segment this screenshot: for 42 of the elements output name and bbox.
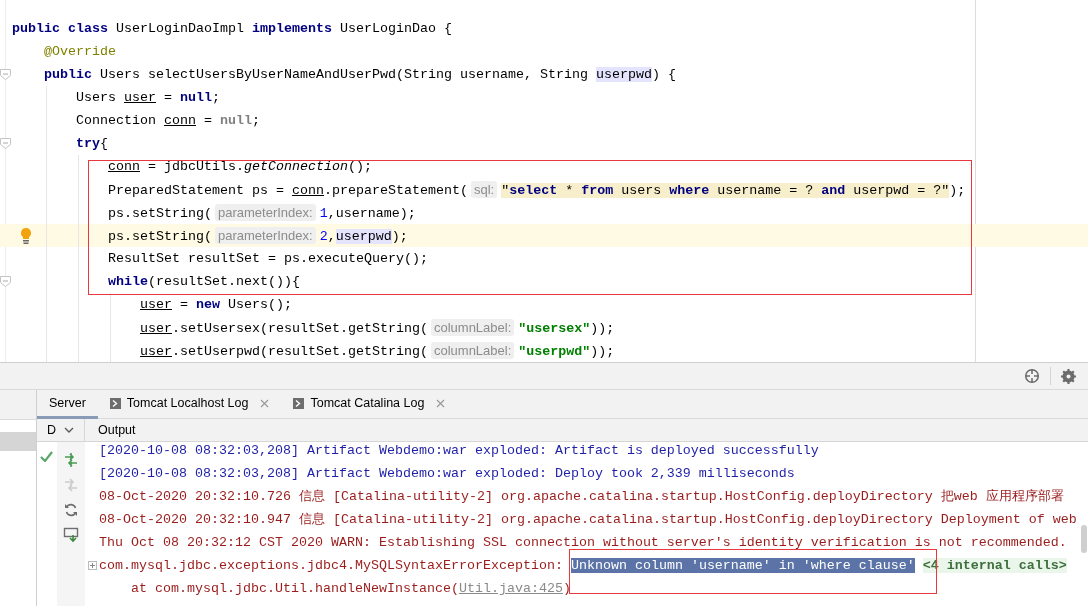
code-line: Connection conn = null; (76, 113, 260, 128)
log-line: Thu Oct 08 20:32:12 CST 2020 WARN: Establishing SSL connection without server's identity verification is not recommended. (99, 534, 1067, 552)
settings-icon[interactable] (1061, 368, 1076, 384)
code-line: while(resultSet.next()){ (108, 274, 300, 289)
log-line: [2020-10-08 08:32:03,208] Artifact Webdemo:war exploded: Deploy took 2,339 milliseconds (99, 465, 795, 483)
log-line: at com.mysql.jdbc.Util.handleNewInstance(Util.java:425) (130, 580, 571, 598)
screen-download-icon[interactable] (63, 527, 79, 543)
code-line: ResultSet resultSet = ps.executeQuery(); (108, 251, 428, 266)
tab[interactable]: Tomcat Localhost Log (97, 390, 282, 419)
code-line: Users user = null; (76, 90, 220, 105)
log-line: 08-Oct-2020 20:32:10.726 信息 [Catalina-utility-2] org.apache.catalina.startup.HostConfig.deployDirectory 把web 应用程序部署 (99, 488, 1064, 506)
scrollbar-thumb[interactable] (1081, 525, 1087, 553)
code-line: try{ (76, 136, 108, 151)
expand-icon[interactable] (87, 561, 97, 570)
console-icon (109, 397, 121, 409)
code-line: ps.setString( parameterIndex: 2,userpwd); (108, 229, 408, 244)
code-line: @Override (44, 44, 116, 59)
code-line: PreparedStatement ps = conn.prepareStatement( sql: "select * from users where username = ? and userpwd = ?"); (108, 183, 966, 198)
log-line: [2020-10-08 08:32:03,208] Artifact Webdemo:war exploded: Artifact is deployed successfully (99, 442, 819, 460)
fold-icon[interactable] (0, 69, 11, 80)
column-header: D (47, 423, 57, 437)
refresh-icon[interactable] (63, 502, 79, 518)
lightbulb-icon[interactable] (19, 227, 33, 245)
panel-title: Output (98, 423, 136, 437)
code-line: public class UserLoginDaoImpl implements UserLoginDao { (12, 21, 452, 36)
fold-icon[interactable] (0, 138, 11, 149)
check-icon (40, 451, 53, 462)
log-line: 08-Oct-2020 20:32:10.947 信息 [Catalina-utility-2] org.apache.catalina.startup.HostConfig.deployDirectory Deployment of web (99, 511, 1077, 529)
code-line: public Users selectUsersByUserNameAndUserPwd(String username, String userpwd) { (44, 67, 676, 82)
close-icon[interactable] (436, 398, 446, 408)
code-line: user.setUsersex(resultSet.getString( columnLabel: "usersex")); (140, 321, 615, 336)
code-line: user = new Users(); (140, 297, 292, 312)
close-icon[interactable] (260, 398, 270, 408)
code-line: ps.setString( parameterIndex: 1,username); (108, 206, 416, 221)
crosshair-icon[interactable] (1024, 368, 1040, 384)
tab[interactable]: Tomcat Catalina Log (281, 390, 458, 419)
deploy-arrows-icon[interactable] (63, 452, 79, 468)
chevron-down-icon[interactable] (64, 427, 75, 433)
code-line: user.setUserpwd(resultSet.getString( columnLabel: "userpwd")); (140, 344, 615, 359)
console-icon (293, 397, 305, 409)
code-line: conn = jdbcUtils.getConnection(); (108, 159, 372, 174)
fold-icon[interactable] (0, 276, 11, 287)
